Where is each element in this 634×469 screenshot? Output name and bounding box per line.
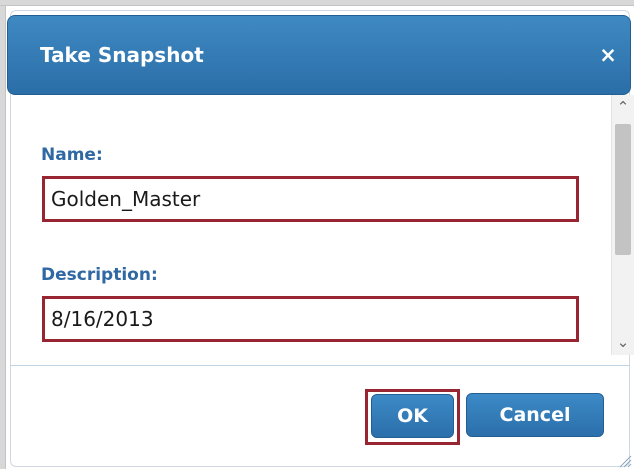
- scrollbar-thumb[interactable]: [615, 124, 631, 255]
- close-icon[interactable]: ×: [595, 41, 621, 69]
- name-input[interactable]: [42, 176, 579, 222]
- outer-frame-top: [0, 0, 634, 6]
- description-input[interactable]: [42, 296, 579, 342]
- description-label: Description:: [41, 265, 158, 285]
- chevron-down-icon[interactable]: ⌄: [612, 331, 634, 353]
- chevron-up-icon[interactable]: ⌃: [612, 96, 634, 118]
- name-label: Name:: [41, 145, 103, 165]
- cancel-button[interactable]: Cancel: [466, 393, 604, 437]
- page: Take Snapshot × Name: Description: ⌃ ⌄ O…: [0, 0, 634, 469]
- dialog-content: Name: Description:: [18, 96, 610, 356]
- ok-button[interactable]: OK: [371, 394, 454, 438]
- resize-grip-icon[interactable]: [616, 452, 632, 468]
- content-scrollbar[interactable]: ⌃ ⌄: [611, 95, 634, 355]
- footer-divider: [10, 365, 630, 366]
- dialog-title: Take Snapshot: [40, 43, 204, 67]
- outer-frame-left: [0, 0, 6, 469]
